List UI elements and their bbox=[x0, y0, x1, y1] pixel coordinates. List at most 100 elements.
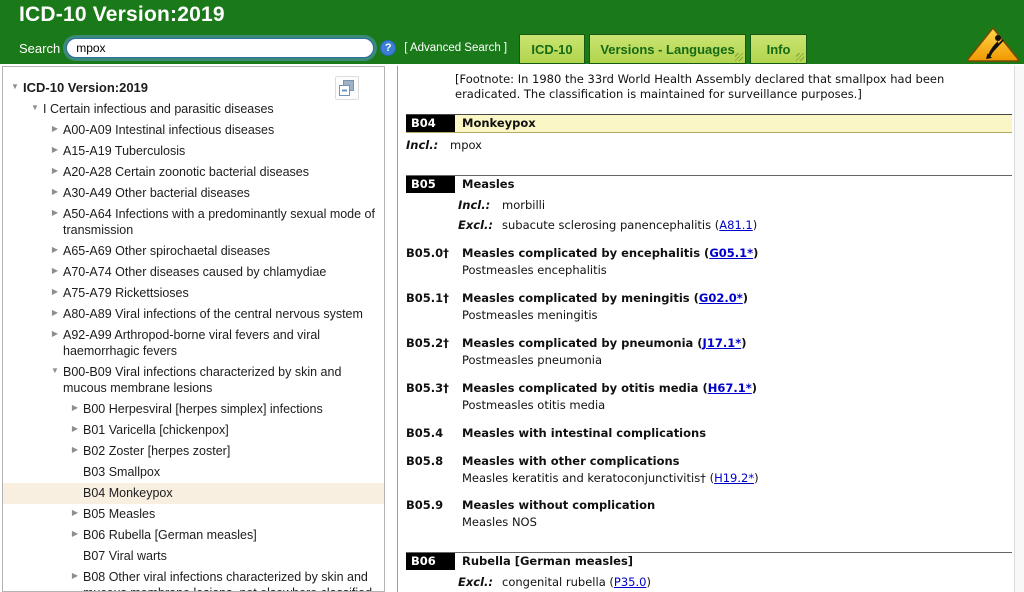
subcode-header[interactable]: B05.4Measles with intestinal complicatio… bbox=[406, 426, 1012, 441]
text-segment: Postmeasles pneumonia bbox=[462, 353, 602, 367]
expand-arrow-icon[interactable]: ▶ bbox=[47, 327, 63, 339]
subcode-entry: B05.9Measles without complicationMeasles… bbox=[406, 498, 1012, 530]
expand-arrow-icon[interactable]: ▶ bbox=[47, 306, 63, 318]
expand-arrow-icon[interactable]: ▶ bbox=[67, 569, 83, 581]
tab-versions-languages[interactable]: Versions - Languages bbox=[589, 34, 746, 64]
subcode-title: Measles without complication bbox=[462, 498, 655, 513]
search-input[interactable] bbox=[66, 38, 374, 58]
tree-item[interactable]: ▶A50-A64 Infections with a predominantly… bbox=[3, 204, 384, 241]
code-title: Measles bbox=[455, 176, 514, 193]
text-segment: ) bbox=[741, 336, 746, 350]
under-construction-icon[interactable] bbox=[965, 26, 1021, 63]
tree-item-label: B00-B09 Viral infections characterized b… bbox=[63, 364, 378, 396]
text-segment: Postmeasles encephalitis bbox=[462, 263, 607, 277]
tree-item[interactable]: ▶A20-A28 Certain zoonotic bacterial dise… bbox=[3, 162, 384, 183]
vertical-scrollbar[interactable] bbox=[1014, 66, 1024, 592]
note-label: Excl.: bbox=[458, 218, 502, 233]
subcode-header[interactable]: B05.8Measles with other complications bbox=[406, 454, 1012, 469]
tree-item-label: A70-A74 Other diseases caused by chlamyd… bbox=[63, 264, 378, 280]
code-block-header[interactable]: B04Monkeypox bbox=[406, 114, 1012, 133]
tree-item[interactable]: ▶A00-A09 Intestinal infectious diseases bbox=[3, 120, 384, 141]
expand-arrow-icon[interactable]: ▶ bbox=[67, 401, 83, 413]
subcode-description: Measles NOS bbox=[462, 515, 1012, 530]
subcode-header[interactable]: B05.2†Measles complicated by pneumonia (… bbox=[406, 336, 1012, 351]
tree-item[interactable]: ▶A80-A89 Viral infections of the central… bbox=[3, 304, 384, 325]
tree-item[interactable]: ▶A65-A69 Other spirochaetal diseases bbox=[3, 241, 384, 262]
tree-item[interactable]: B03 Smallpox bbox=[3, 462, 384, 483]
code-link[interactable]: G05.1* bbox=[709, 246, 753, 260]
code-block-header[interactable]: B06Rubella [German measles] bbox=[406, 552, 1012, 570]
search-label: Search bbox=[19, 41, 60, 56]
collapse-arrow-icon[interactable]: ▼ bbox=[27, 101, 43, 113]
tree-item[interactable]: ▶B06 Rubella [German measles] bbox=[3, 525, 384, 546]
code-block: B04MonkeypoxIncl.:mpox bbox=[406, 114, 1012, 153]
advanced-search-link[interactable]: [ Advanced Search ] bbox=[404, 42, 507, 54]
expand-arrow-icon[interactable]: ▶ bbox=[47, 285, 63, 297]
tree-item[interactable]: ▶A30-A49 Other bacterial diseases bbox=[3, 183, 384, 204]
tab-info[interactable]: Info bbox=[750, 34, 807, 64]
text-segment: Measles with other complications bbox=[462, 454, 680, 468]
code-link[interactable]: A81.1 bbox=[719, 218, 752, 232]
subcode-title: Measles complicated by encephalitis (G05… bbox=[462, 246, 758, 261]
expand-arrow-icon[interactable]: ▶ bbox=[67, 527, 83, 539]
expand-arrow-icon[interactable]: ▶ bbox=[67, 443, 83, 455]
tab-icd-10[interactable]: ICD-10 bbox=[519, 34, 585, 64]
expand-arrow-icon[interactable]: ▶ bbox=[47, 206, 63, 218]
expand-arrow-icon[interactable]: ▶ bbox=[47, 185, 63, 197]
tree-item[interactable]: ▶A92-A99 Arthropod-borne viral fevers an… bbox=[3, 325, 384, 362]
subcode-header[interactable]: B05.0†Measles complicated by encephaliti… bbox=[406, 246, 1012, 261]
code-link[interactable]: G02.0* bbox=[699, 291, 743, 305]
expand-arrow-icon[interactable]: ▶ bbox=[47, 143, 63, 155]
tree-item-label: B08 Other viral infections characterized… bbox=[83, 569, 378, 592]
code-link[interactable]: J17.1* bbox=[703, 336, 742, 350]
code-link[interactable]: P35.0 bbox=[614, 575, 647, 589]
tree-item[interactable]: ▼B00-B09 Viral infections characterized … bbox=[3, 362, 384, 399]
tree-item[interactable]: ▶A15-A19 Tuberculosis bbox=[3, 141, 384, 162]
subcode-code: B05.3† bbox=[406, 381, 462, 396]
copy-icon[interactable] bbox=[335, 76, 359, 100]
expand-arrow-icon[interactable]: ▶ bbox=[47, 243, 63, 255]
tree-item-label: A00-A09 Intestinal infectious diseases bbox=[63, 122, 378, 138]
expand-arrow-icon[interactable]: ▶ bbox=[67, 422, 83, 434]
tree-item[interactable]: ▶A70-A74 Other diseases caused by chlamy… bbox=[3, 262, 384, 283]
tree-item[interactable]: ▶A75-A79 Rickettsioses bbox=[3, 283, 384, 304]
expand-arrow-icon[interactable]: ▶ bbox=[47, 122, 63, 134]
subcode-header[interactable]: B05.9Measles without complication bbox=[406, 498, 1012, 513]
subcode-code: B05.1† bbox=[406, 291, 462, 306]
tree-item[interactable]: ▼ICD-10 Version:2019 bbox=[3, 77, 384, 99]
text-segment: Measles complicated by encephalitis ( bbox=[462, 246, 709, 260]
note-text: congenital rubella (P35.0) bbox=[502, 575, 651, 590]
tree-item[interactable]: ▶B00 Herpesviral [herpes simplex] infect… bbox=[3, 399, 384, 420]
text-segment: Measles complicated by otitis media ( bbox=[462, 381, 708, 395]
code-block-header[interactable]: B05Measles bbox=[406, 175, 1012, 193]
tree-item[interactable]: ▶B05 Measles bbox=[3, 504, 384, 525]
search-help-button[interactable]: ? bbox=[380, 40, 396, 56]
nav-tabs: ICD-10Versions - LanguagesInfo bbox=[519, 34, 807, 64]
tree-item-label: A80-A89 Viral infections of the central … bbox=[63, 306, 378, 322]
subcode-header[interactable]: B05.1†Measles complicated by meningitis … bbox=[406, 291, 1012, 306]
note-row: Incl.:morbilli bbox=[458, 198, 1012, 213]
tree-item-label: B05 Measles bbox=[83, 506, 378, 522]
text-segment: ) bbox=[752, 381, 757, 395]
tree-item[interactable]: ▶B02 Zoster [herpes zoster] bbox=[3, 441, 384, 462]
tree-item-label: A65-A69 Other spirochaetal diseases bbox=[63, 243, 378, 259]
search-bar: Search ? [ Advanced Search ] bbox=[19, 38, 507, 58]
tree-item[interactable]: ▶B01 Varicella [chickenpox] bbox=[3, 420, 384, 441]
expand-arrow-icon[interactable]: ▶ bbox=[67, 506, 83, 518]
tree-item[interactable]: B07 Viral warts bbox=[3, 546, 384, 567]
subcode-header[interactable]: B05.3†Measles complicated by otitis medi… bbox=[406, 381, 1012, 396]
text-segment: ) bbox=[753, 246, 758, 260]
collapse-arrow-icon[interactable]: ▼ bbox=[47, 364, 63, 376]
code-link[interactable]: H67.1* bbox=[708, 381, 752, 395]
expand-arrow-icon[interactable]: ▶ bbox=[47, 264, 63, 276]
code-link[interactable]: H19.2* bbox=[714, 471, 754, 485]
code-box: B06 bbox=[406, 553, 455, 570]
tree-item[interactable]: ▶B08 Other viral infections characterize… bbox=[3, 567, 384, 592]
collapse-arrow-icon[interactable]: ▼ bbox=[7, 80, 23, 92]
tree-item[interactable]: B04 Monkeypox bbox=[3, 483, 384, 504]
tree-item-label: A20-A28 Certain zoonotic bacterial disea… bbox=[63, 164, 378, 180]
text-segment: Measles NOS bbox=[462, 515, 537, 529]
expand-arrow-icon[interactable]: ▶ bbox=[47, 164, 63, 176]
subcode-description: Measles keratitis and keratoconjunctivit… bbox=[462, 471, 1012, 486]
tree-item[interactable]: ▼I Certain infectious and parasitic dise… bbox=[3, 99, 384, 120]
